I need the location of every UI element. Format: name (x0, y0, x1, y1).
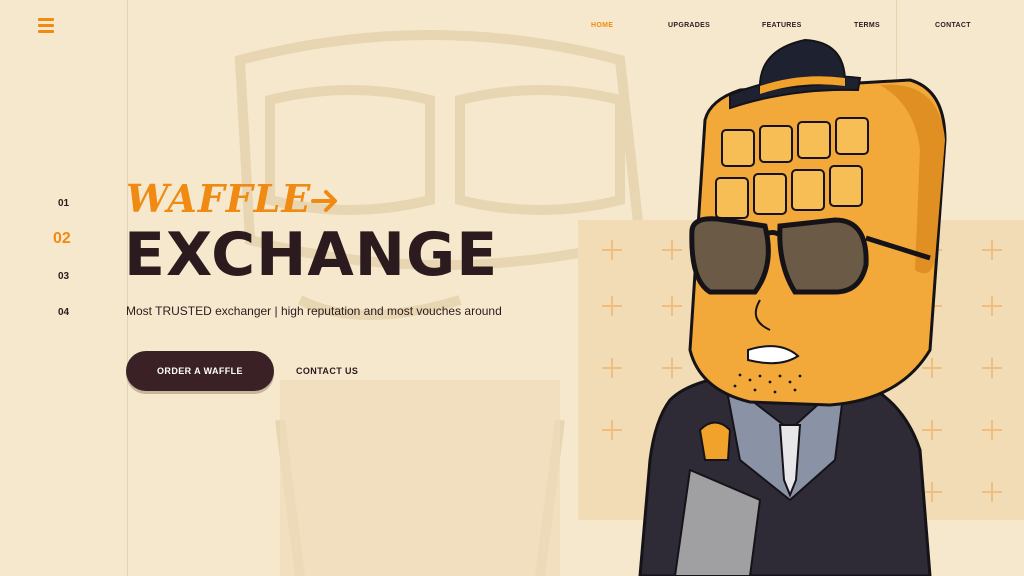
nav-item-terms[interactable]: TERMS (854, 22, 880, 29)
order-waffle-button[interactable]: ORDER A WAFFLE (126, 351, 274, 391)
nav-item-contact[interactable]: CONTACT (935, 22, 971, 29)
step-03[interactable]: 03 (58, 271, 69, 282)
nav-item-features[interactable]: FEATURES (762, 22, 802, 29)
nav-item-upgrades[interactable]: UPGRADES (668, 22, 710, 29)
arrow-right-icon (311, 190, 337, 212)
hamburger-menu-icon[interactable] (38, 18, 54, 34)
hero-script-title: WAFFLE (126, 176, 312, 221)
nav-item-home[interactable]: HOME (591, 22, 613, 29)
step-01[interactable]: 01 (58, 198, 69, 209)
step-04[interactable]: 04 (58, 307, 69, 318)
hero-tagline: Most TRUSTED exchanger | high reputation… (126, 304, 502, 318)
step-02[interactable]: 02 (53, 230, 71, 248)
contact-us-button[interactable]: CONTACT US (290, 360, 364, 382)
waffle-mascot-illustration (638, 38, 947, 576)
hero-title: EXCHANGE (124, 220, 499, 290)
